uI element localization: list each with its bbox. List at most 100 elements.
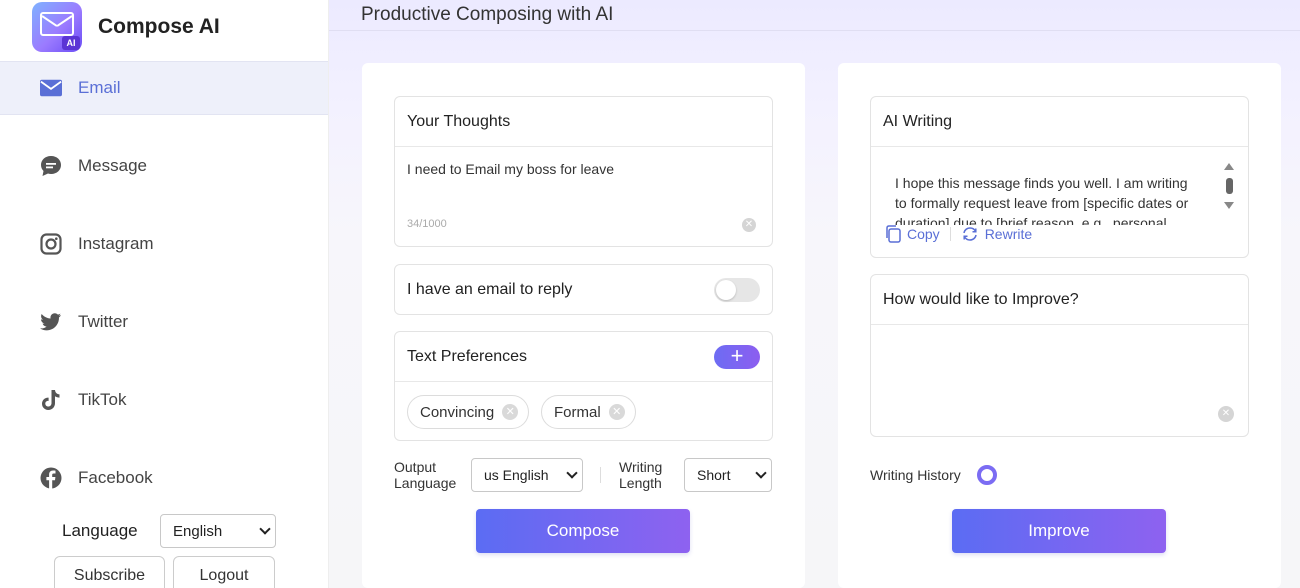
ai-writing-output: I hope this message finds you well. I am… xyxy=(895,173,1207,225)
sidebar-item-label: Facebook xyxy=(78,468,153,487)
page-title: Productive Composing with AI xyxy=(361,4,614,25)
app-name: Compose AI xyxy=(98,15,220,38)
refresh-icon xyxy=(961,226,979,242)
output-language-select[interactable]: us English xyxy=(471,458,583,492)
chat-bubble-icon xyxy=(40,155,62,177)
logo: AI xyxy=(32,2,82,52)
language-select[interactable]: English xyxy=(160,514,276,548)
ai-card: AI Writing I hope this message finds you… xyxy=(838,63,1281,588)
scroll-up-icon[interactable] xyxy=(1224,163,1234,170)
preference-chip: Convincing ✕ xyxy=(407,395,530,429)
writing-history-label: Writing History xyxy=(870,467,961,483)
compose-card: Your Thoughts I need to Email my boss fo… xyxy=(362,63,805,588)
reply-toggle[interactable] xyxy=(714,277,760,302)
copy-icon xyxy=(885,225,901,243)
writing-history-icon[interactable] xyxy=(976,465,997,485)
thoughts-box: Your Thoughts I need to Email my boss fo… xyxy=(394,96,773,247)
main-panel: Productive Composing with AI Your Though… xyxy=(329,0,1300,588)
scroll-thumb[interactable] xyxy=(1225,178,1233,194)
language-select-value: English xyxy=(173,522,223,540)
envelope-icon xyxy=(40,77,62,99)
preferences-box: Text Preferences + Convincing ✕ Formal ✕ xyxy=(394,331,773,441)
writing-length-label-line1: Writing xyxy=(619,459,663,475)
sidebar: AI Compose AI Email Message Instagram Tw… xyxy=(0,0,329,588)
improve-title: How would like to Improve? xyxy=(883,290,1079,308)
thoughts-input[interactable]: I need to Email my boss for leave xyxy=(407,161,614,177)
output-language-label-line2: Language xyxy=(394,475,457,491)
subscribe-label: Subscribe xyxy=(73,567,146,584)
facebook-icon xyxy=(40,467,62,489)
sidebar-item-label: Message xyxy=(78,156,147,175)
rewrite-button[interactable]: Rewrite xyxy=(961,226,1032,242)
divider xyxy=(600,467,601,483)
ai-writing-title: AI Writing xyxy=(883,112,953,130)
output-language-label: Output Language xyxy=(394,459,456,491)
clear-icon[interactable]: ✕ xyxy=(742,218,756,232)
tiktok-icon xyxy=(40,389,62,411)
writing-length-value: Short xyxy=(697,467,731,483)
chip-label: Formal xyxy=(554,403,601,421)
copy-label: Copy xyxy=(907,226,940,242)
reply-row: I have an email to reply xyxy=(395,265,772,314)
rewrite-label: Rewrite xyxy=(984,226,1033,242)
chevron-down-icon xyxy=(755,467,767,479)
sidebar-item-twitter[interactable]: Twitter xyxy=(0,295,328,349)
sidebar-item-label: Email xyxy=(78,78,121,97)
copy-button[interactable]: Copy xyxy=(885,225,940,243)
output-language-value: us English xyxy=(484,467,549,483)
writing-length-label: Writing Length xyxy=(619,459,662,491)
add-preference-button[interactable]: + xyxy=(714,344,760,369)
improve-header: How would like to Improve? xyxy=(871,275,1248,325)
compose-button[interactable]: Compose xyxy=(476,509,690,553)
logo-badge: AI xyxy=(62,36,80,50)
ai-text-line: I hope this message finds you well. I am… xyxy=(895,175,1188,191)
chevron-down-icon xyxy=(259,523,271,535)
sidebar-item-email[interactable]: Email xyxy=(0,61,328,115)
sidebar-item-instagram[interactable]: Instagram xyxy=(0,217,328,271)
ai-actions: Copy Rewrite xyxy=(885,225,1032,243)
sidebar-item-label: Instagram xyxy=(78,234,154,253)
close-icon[interactable]: ✕ xyxy=(608,404,625,420)
instagram-icon xyxy=(40,233,62,255)
sidebar-item-label: Twitter xyxy=(78,312,129,331)
writing-history-row: Writing History xyxy=(870,465,997,485)
chip-label: Convincing xyxy=(420,403,495,421)
preference-chip: Formal ✕ xyxy=(541,395,636,429)
sidebar-item-facebook[interactable]: Facebook xyxy=(0,451,328,505)
sidebar-item-label: TikTok xyxy=(78,390,127,409)
title-divider xyxy=(329,30,1300,31)
preferences-title: Text Preferences xyxy=(407,347,528,365)
sidebar-item-tiktok[interactable]: TikTok xyxy=(0,373,328,427)
writing-length-label-line2: Length xyxy=(619,475,662,491)
scrollbar[interactable] xyxy=(1223,163,1235,223)
brand: AI Compose AI xyxy=(32,2,220,52)
ai-text-line: to formally request leave from [specific… xyxy=(895,195,1189,211)
thoughts-header: Your Thoughts xyxy=(395,97,772,147)
twitter-icon xyxy=(40,311,62,333)
improve-button[interactable]: Improve xyxy=(952,509,1166,553)
improve-label: Improve xyxy=(1028,521,1090,540)
clear-icon[interactable]: ✕ xyxy=(1218,406,1234,422)
language-row: Language English xyxy=(62,514,276,548)
output-language-label-line1: Output xyxy=(394,459,437,475)
reply-box: I have an email to reply xyxy=(394,264,773,315)
scroll-down-icon[interactable] xyxy=(1224,202,1234,209)
compose-label: Compose xyxy=(546,521,620,540)
chevron-down-icon xyxy=(566,467,578,479)
logout-button[interactable]: Logout xyxy=(173,556,275,588)
language-label: Language xyxy=(62,521,138,540)
ai-writing-header: AI Writing xyxy=(871,97,1248,147)
sidebar-item-message[interactable]: Message xyxy=(0,139,328,193)
improve-input[interactable] xyxy=(883,337,1213,407)
close-icon[interactable]: ✕ xyxy=(502,404,519,420)
preferences-header: Text Preferences + xyxy=(395,332,772,382)
reply-label: I have an email to reply xyxy=(407,280,573,298)
thoughts-counter: 34/1000 xyxy=(407,218,447,230)
logout-label: Logout xyxy=(199,567,249,584)
divider xyxy=(949,227,951,241)
subscribe-button[interactable]: Subscribe xyxy=(54,556,165,588)
thoughts-title: Your Thoughts xyxy=(407,112,511,130)
improve-box: How would like to Improve? ✕ xyxy=(870,274,1249,437)
writing-length-select[interactable]: Short xyxy=(684,458,772,492)
ai-writing-box: AI Writing I hope this message finds you… xyxy=(870,96,1249,258)
